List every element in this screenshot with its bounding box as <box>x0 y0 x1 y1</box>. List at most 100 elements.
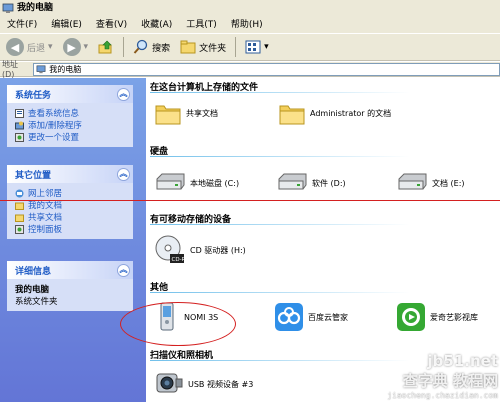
details-title: 详细信息 <box>15 266 52 277</box>
task-pane: 系统任务 ︽ 查看系统信息 添加/删除程序 更改一个设置 其它位置 ︽ 网上邻居… <box>0 78 146 402</box>
network-icon <box>15 189 24 197</box>
item-label: 爱奇艺影视库 <box>430 312 478 322</box>
system-tasks-header[interactable]: 系统任务 ︽ <box>7 85 133 103</box>
back-label: 后退 <box>27 43 46 54</box>
place-control-panel[interactable]: 控制面板 <box>15 223 125 235</box>
dropdown-arrow-icon: ▾ <box>264 42 269 52</box>
menu-file[interactable]: 文件(F) <box>0 17 44 33</box>
computer-icon <box>36 64 46 73</box>
item-iqiyi-library[interactable]: 爱奇艺影视库 <box>396 302 478 332</box>
item-label: 软件 (D:) <box>312 178 346 188</box>
folders-icon <box>180 40 196 54</box>
hard-drive-icon <box>156 173 185 190</box>
menu-edit[interactable]: 编辑(E) <box>44 17 89 33</box>
group-divider <box>150 92 410 93</box>
task-label: 查看系统信息 <box>28 109 80 119</box>
menu-favorites[interactable]: 收藏(A) <box>134 17 179 33</box>
control-panel-icon <box>15 132 24 142</box>
item-label: 文档 (E:) <box>432 178 465 188</box>
svg-text:CD-R: CD-R <box>172 257 186 263</box>
up-folder-button[interactable] <box>95 36 117 58</box>
hard-drive-icon <box>278 173 307 190</box>
collapse-icon[interactable]: ︽ <box>117 87 130 101</box>
watermark-url: jiaocheng.chazidian.com <box>387 391 498 400</box>
item-label: Administrator 的文档 <box>310 108 392 118</box>
item-label: 本地磁盘 (C:) <box>190 178 240 188</box>
task-label: 更改一个设置 <box>28 133 80 143</box>
other-places-header[interactable]: 其它位置 ︽ <box>7 165 133 183</box>
other-places-title: 其它位置 <box>15 170 52 181</box>
window-title: 我的电脑 <box>2 0 53 17</box>
annotation-line <box>0 200 500 201</box>
item-label: 百度云管家 <box>308 312 348 322</box>
watermark-cn: 查字典 教程网 <box>402 372 498 390</box>
group-divider <box>150 360 410 361</box>
details-panel: 详细信息 ︽ 我的电脑 系统文件夹 <box>7 261 133 311</box>
baidu-cloud-icon <box>275 303 303 331</box>
place-label: 网上邻居 <box>28 189 63 199</box>
task-view-system-info[interactable]: 查看系统信息 <box>15 107 125 119</box>
folders-button[interactable]: 文件夹 <box>177 36 229 58</box>
address-field[interactable]: 我的电脑 <box>33 62 500 76</box>
collapse-icon[interactable]: ︽ <box>117 167 130 181</box>
task-label: 添加/删除程序 <box>28 121 82 131</box>
menu-tools[interactable]: 工具(T) <box>179 17 224 33</box>
item-label: CD 驱动器 (H:) <box>190 245 246 255</box>
folders-label: 文件夹 <box>199 43 227 54</box>
menu-view[interactable]: 查看(V) <box>89 17 134 33</box>
back-arrow-icon: ◀ <box>6 38 24 56</box>
details-header[interactable]: 详细信息 ︽ <box>7 261 133 279</box>
forward-arrow-icon: ▶ <box>62 38 81 56</box>
item-shared-documents[interactable]: 共享文档 <box>154 100 218 126</box>
address-bar: 地址(D) 我的电脑 <box>0 60 500 79</box>
window-title-text: 我的电脑 <box>17 3 54 13</box>
group-divider <box>150 156 410 157</box>
forward-button[interactable]: ▶ ▾ <box>60 36 92 58</box>
add-remove-icon <box>15 121 24 129</box>
item-drive-d[interactable]: 软件 (D:) <box>276 173 346 193</box>
system-info-icon <box>15 108 24 118</box>
item-administrator-documents[interactable]: Administrator 的文档 <box>278 100 391 126</box>
item-drive-e[interactable]: 文档 (E:) <box>396 173 465 193</box>
dropdown-arrow-icon: ▾ <box>48 42 53 52</box>
webcam-icon <box>156 373 183 393</box>
search-icon <box>133 39 148 54</box>
folder-icon <box>15 214 24 222</box>
views-icon <box>245 40 261 54</box>
details-type: 系统文件夹 <box>15 297 58 307</box>
search-label: 搜索 <box>152 43 171 54</box>
task-add-remove-programs[interactable]: 添加/删除程序 <box>15 119 125 131</box>
other-places-panel: 其它位置 ︽ 网上邻居 我的文档 共享文档 控制面板 <box>7 165 133 239</box>
address-label: 地址(D) <box>2 60 18 79</box>
item-cd-drive[interactable]: CD-R CD 驱动器 (H:) <box>154 234 246 266</box>
toolbar-separator <box>235 37 237 57</box>
collapse-icon[interactable]: ︽ <box>117 263 130 277</box>
item-usb-video-device[interactable]: USB 视频设备 #3 <box>154 370 253 398</box>
menu-bar: 我的电脑 文件(F) 编辑(E) 查看(V) 收藏(A) 工具(T) 帮助(H) <box>0 0 500 34</box>
back-button[interactable]: ◀ 后退 ▾ <box>3 36 56 58</box>
task-change-setting[interactable]: 更改一个设置 <box>15 131 125 143</box>
item-drive-c[interactable]: 本地磁盘 (C:) <box>154 173 239 193</box>
details-name: 我的电脑 <box>15 285 50 295</box>
address-value: 我的电脑 <box>49 64 82 74</box>
system-tasks-title: 系统任务 <box>15 90 52 101</box>
iqiyi-icon <box>397 303 425 331</box>
item-label: 共享文档 <box>186 108 218 118</box>
watermark: jb51.net 查字典 教程网 jiaocheng.chazidian.com <box>387 352 498 400</box>
views-button[interactable]: ▾ <box>242 36 272 58</box>
group-divider <box>150 292 410 293</box>
watermark-site: jb51.net <box>427 352 498 370</box>
toolbar-separator <box>123 37 125 57</box>
menu-help[interactable]: 帮助(H) <box>224 17 270 33</box>
control-panel-icon <box>15 224 24 234</box>
item-baidu-cloud[interactable]: 百度云管家 <box>274 302 348 332</box>
group-divider <box>150 224 410 225</box>
place-network[interactable]: 网上邻居 <box>15 187 125 199</box>
cd-drive-icon: CD-R <box>155 235 186 263</box>
computer-icon <box>2 3 14 13</box>
system-tasks-panel: 系统任务 ︽ 查看系统信息 添加/删除程序 更改一个设置 <box>7 85 133 147</box>
place-shared-documents[interactable]: 共享文档 <box>15 211 125 223</box>
dropdown-arrow-icon: ▾ <box>83 42 89 52</box>
search-button[interactable]: 搜索 <box>130 36 173 58</box>
place-label: 共享文档 <box>28 213 63 223</box>
